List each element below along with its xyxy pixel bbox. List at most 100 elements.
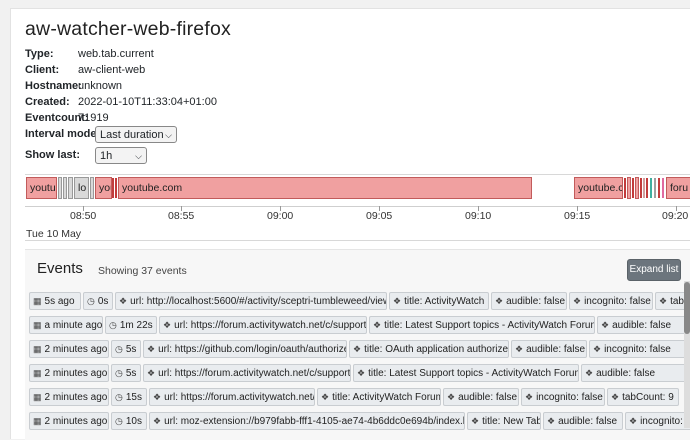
event-data-tag[interactable]: ❖ incognito: false	[589, 340, 690, 358]
expand-list-button[interactable]: Expand list	[627, 259, 681, 281]
event-timestamp[interactable]: ▦ 5s ago	[29, 292, 81, 310]
event-duration[interactable]: ◷ 1m 22s	[105, 316, 157, 334]
event-data-tag[interactable]: ❖ title: ActivityWatch Forum	[317, 388, 441, 406]
meta-value: aw-client-web	[78, 64, 146, 76]
event-data-tag[interactable]: ❖ incognito: false	[521, 388, 605, 406]
time-tick-label: 09:20	[662, 210, 689, 222]
chevron-down-icon: ⌵	[165, 130, 172, 140]
tag-icon: ❖	[659, 296, 668, 306]
events-title: Events	[37, 260, 83, 277]
event-data-tag[interactable]: ❖ title: Latest Support topics - Activity…	[353, 364, 579, 382]
timeline-event[interactable]: youtu	[26, 177, 57, 199]
meta-key: Type:	[25, 48, 54, 60]
event-data-tag[interactable]: ❖ title: ActivityWatch	[389, 292, 489, 310]
event-data-tag[interactable]: ❖ title: OAuth application authorized	[349, 340, 509, 358]
calendar-icon: ▦	[33, 392, 42, 402]
timeline-event[interactable]	[654, 178, 656, 198]
event-data-tag[interactable]: ❖ title: New Tab	[467, 412, 541, 430]
meta-value: unknown	[78, 80, 123, 92]
event-duration[interactable]: ◷ 5s	[111, 364, 141, 382]
interval-mode-select[interactable]: Last duration ⌵	[95, 126, 177, 143]
timeline-event[interactable]	[627, 177, 631, 199]
event-timestamp[interactable]: ▦ 2 minutes ago	[29, 388, 109, 406]
timeline-event[interactable]	[58, 177, 62, 199]
calendar-icon: ▦	[33, 320, 42, 330]
clock-icon: ◷	[87, 296, 95, 306]
timeline-event[interactable]	[658, 178, 660, 198]
timeline-event[interactable]: youtube.co	[574, 177, 623, 199]
events-scrollbar-thumb[interactable]	[684, 282, 690, 334]
tag-icon: ❖	[153, 392, 162, 402]
clock-icon: ◷	[109, 320, 117, 330]
timeline-event[interactable]	[112, 178, 114, 198]
event-duration[interactable]: ◷ 0s	[83, 292, 113, 310]
event-timestamp[interactable]: ▦ 2 minutes ago	[29, 340, 109, 358]
tag-icon: ❖	[495, 296, 504, 306]
event-data-tag[interactable]: ❖ audible: false	[543, 412, 623, 430]
event-data-tag[interactable]: ❖ audible: false	[581, 364, 690, 382]
event-data-tag[interactable]: ❖ url: https://forum.activitywatch.net/c/…	[143, 364, 351, 382]
event-data-tag[interactable]: ❖ url: https://forum.activitywatch.net/	[149, 388, 315, 406]
tag-icon: ❖	[601, 320, 610, 330]
timeline-event[interactable]: you	[95, 177, 112, 199]
event-timestamp[interactable]: ▦ 2 minutes ago	[29, 412, 109, 430]
tag-icon: ❖	[163, 320, 172, 330]
event-timestamp[interactable]: ▦ a minute ago	[29, 316, 103, 334]
timeline-event[interactable]: lo	[74, 177, 89, 199]
timeline-event[interactable]	[635, 177, 639, 199]
event-data-tag[interactable]: ❖ title: Latest Support topics - Activity…	[369, 316, 595, 334]
event-data-tag[interactable]: ❖ audible: false	[491, 292, 567, 310]
event-data-tag[interactable]: ❖ audible: false	[443, 388, 519, 406]
tag-icon: ❖	[357, 368, 366, 378]
meta-key: Client:	[25, 64, 60, 76]
tag-icon: ❖	[573, 296, 582, 306]
timeline-date: Tue 10 May	[26, 228, 82, 240]
event-data-tag[interactable]: ❖ url: http://localhost:5600/#/activity/s…	[115, 292, 387, 310]
meta-value: 71919	[78, 112, 109, 124]
event-data-tag[interactable]: ❖ incognito: f	[625, 412, 690, 430]
time-tick-label: 09:15	[564, 210, 591, 222]
clock-icon: ◷	[115, 344, 123, 354]
timeline-event[interactable]	[624, 178, 626, 198]
event-data-tag[interactable]: ❖ audible: false	[511, 340, 587, 358]
tag-icon: ❖	[547, 416, 556, 426]
show-last-select[interactable]: 1h ⌵	[95, 147, 147, 164]
event-data-tag[interactable]: ❖ url: https://github.com/login/oauth/aut…	[143, 340, 347, 358]
timeline-event[interactable]	[68, 177, 73, 199]
timeline-event[interactable]	[632, 178, 634, 198]
event-duration[interactable]: ◷ 10s	[111, 412, 147, 430]
timeline-event[interactable]	[115, 178, 117, 198]
event-data-tag[interactable]: ❖ url: https://forum.activitywatch.net/c/…	[159, 316, 367, 334]
time-tick-label: 09:10	[465, 210, 492, 222]
time-tick-label: 08:50	[70, 210, 97, 222]
event-duration[interactable]: ◷ 15s	[111, 388, 147, 406]
clock-icon: ◷	[115, 368, 123, 378]
tag-icon: ❖	[119, 296, 128, 306]
events-count: Showing 37 events	[98, 265, 187, 277]
calendar-icon: ▦	[33, 344, 42, 354]
timeline-event[interactable]	[63, 177, 67, 199]
event-data-tag[interactable]: ❖ incognito: false	[569, 292, 653, 310]
event-data-tag[interactable]: ❖ url: moz-extension://b979fabb-fff1-4105…	[149, 412, 465, 430]
timeline[interactable]: youtu lo you youtube.com youtube.co foru	[25, 174, 690, 241]
tag-icon: ❖	[147, 368, 156, 378]
chevron-down-icon: ⌵	[135, 151, 142, 161]
timeline-event[interactable]	[640, 178, 642, 198]
show-last-value: 1h	[100, 150, 113, 162]
timeline-event[interactable]	[643, 178, 645, 198]
interval-mode-value: Last duration	[100, 129, 164, 141]
timeline-event[interactable]: foru	[666, 177, 690, 199]
event-data-tag[interactable]: ❖ tabCount: 9	[607, 388, 679, 406]
timeline-event[interactable]	[650, 178, 652, 198]
event-timestamp[interactable]: ▦ 2 minutes ago	[29, 364, 109, 382]
tag-icon: ❖	[447, 392, 456, 402]
timeline-event[interactable]	[646, 178, 648, 198]
timeline-event[interactable]	[662, 178, 664, 198]
tag-icon: ❖	[471, 416, 480, 426]
event-data-tag[interactable]: ❖ audible: false	[597, 316, 690, 334]
timeline-event[interactable]	[90, 177, 94, 199]
timeline-event[interactable]: youtube.com	[118, 177, 532, 199]
meta-value: web.tab.current	[78, 48, 154, 60]
event-duration[interactable]: ◷ 5s	[111, 340, 141, 358]
tag-icon: ❖	[593, 344, 602, 354]
